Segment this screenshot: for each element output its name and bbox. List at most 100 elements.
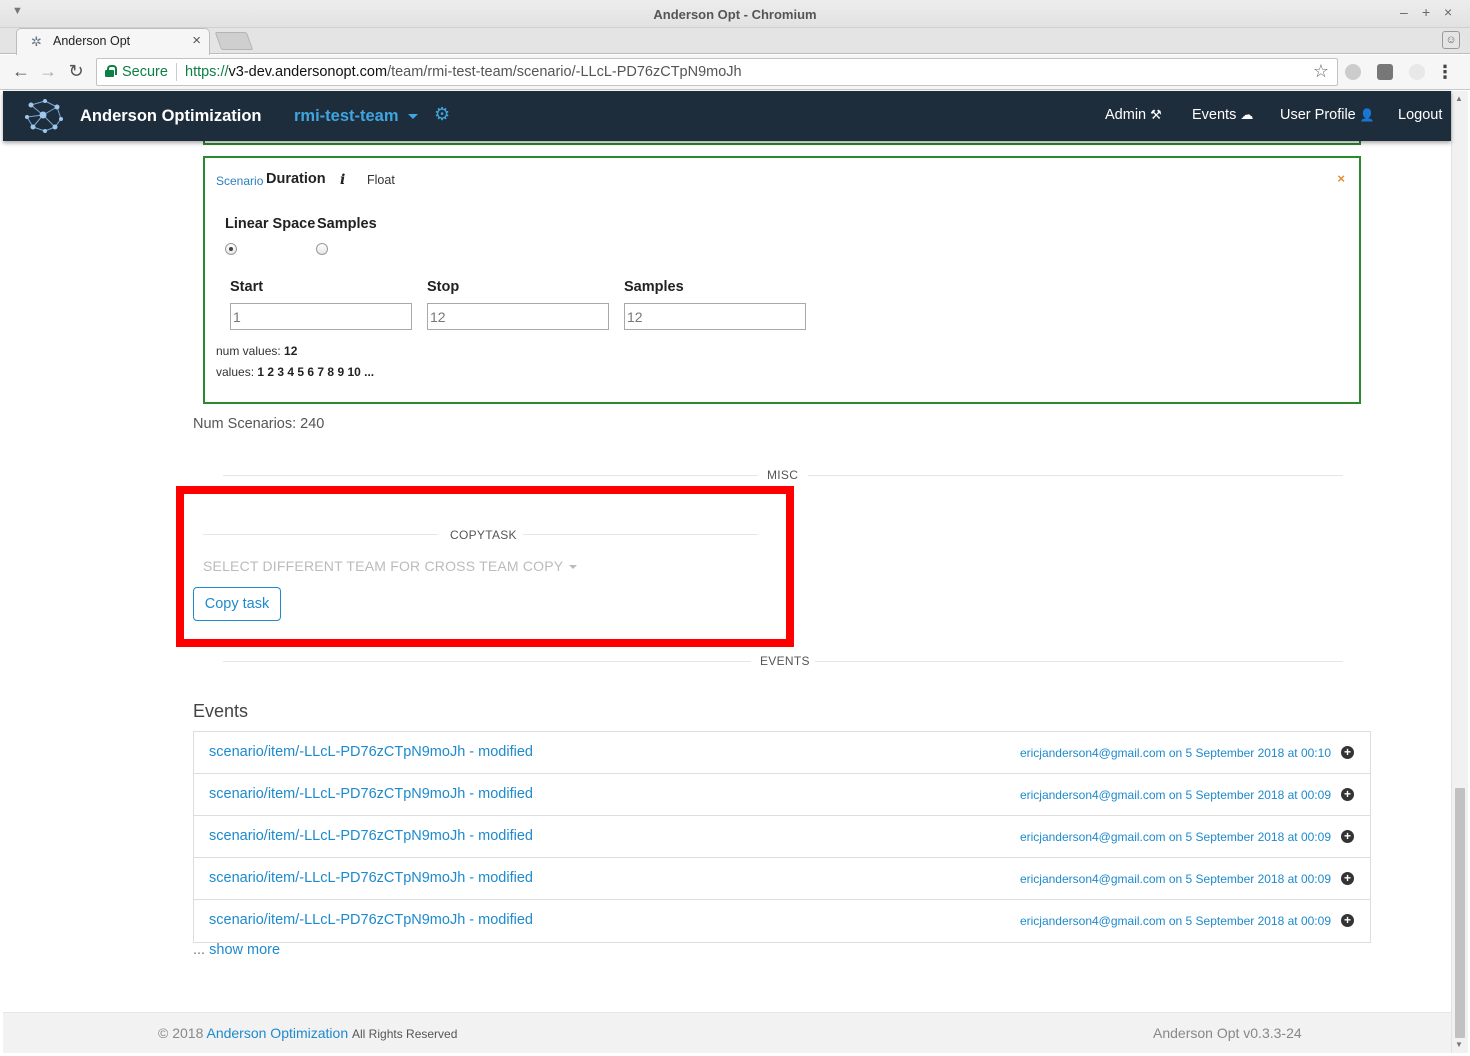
team-selector[interactable]: rmi-test-team bbox=[294, 107, 399, 126]
mode-radio-samples[interactable] bbox=[316, 243, 328, 255]
event-meta[interactable]: ericjanderson4@gmail.com on 5 September … bbox=[1020, 746, 1331, 760]
url-text[interactable]: https://v3-dev.andersonopt.com/team/rmi-… bbox=[185, 64, 742, 80]
forward-icon[interactable]: → bbox=[37, 61, 59, 82]
nav-admin-label: Admin bbox=[1105, 107, 1147, 123]
reload-icon[interactable]: ↻ bbox=[65, 61, 87, 82]
ublock-icon[interactable] bbox=[1377, 64, 1393, 80]
close-window-icon[interactable]: × bbox=[1444, 4, 1452, 20]
nav-user-profile-label: User Profile bbox=[1280, 107, 1356, 123]
rights-text: All Rights Reserved bbox=[352, 1027, 458, 1041]
expand-plus-icon[interactable]: + bbox=[1341, 872, 1354, 885]
nav-events[interactable]: Events ☁ bbox=[1192, 107, 1253, 123]
window-title: Anderson Opt - Chromium bbox=[653, 7, 817, 22]
nav-events-label: Events bbox=[1192, 107, 1237, 123]
new-tab-button[interactable] bbox=[214, 32, 254, 50]
event-row: scenario/item/-LLcL-PD76zCTpN9moJh - mod… bbox=[194, 732, 1370, 774]
num-values-label: num values: bbox=[216, 344, 281, 358]
events-section-label: EVENTS bbox=[760, 654, 810, 668]
event-link[interactable]: scenario/item/-LLcL-PD76zCTpN9moJh - mod… bbox=[209, 786, 533, 802]
scroll-up-icon[interactable]: ▲ bbox=[1455, 94, 1463, 103]
values-label: values: bbox=[216, 365, 255, 379]
event-link[interactable]: scenario/item/-LLcL-PD76zCTpN9moJh - mod… bbox=[209, 870, 533, 886]
start-input[interactable] bbox=[230, 303, 412, 330]
num-values: num values: 12 bbox=[216, 344, 297, 358]
url-scheme: https:// bbox=[185, 64, 229, 80]
expand-plus-icon[interactable]: + bbox=[1341, 914, 1354, 927]
tab-close-icon[interactable]: × bbox=[192, 32, 201, 49]
footer: © 2018 Anderson Optimization All Rights … bbox=[3, 1012, 1451, 1053]
event-row: scenario/item/-LLcL-PD76zCTpN9moJh - mod… bbox=[194, 774, 1370, 816]
stop-input[interactable] bbox=[427, 303, 609, 330]
nav-logout[interactable]: Logout bbox=[1398, 107, 1442, 123]
expand-plus-icon[interactable]: + bbox=[1341, 746, 1354, 759]
event-row: scenario/item/-LLcL-PD76zCTpN9moJh - mod… bbox=[194, 816, 1370, 858]
misc-divider-right bbox=[808, 475, 1343, 476]
scroll-down-icon[interactable]: ▼ bbox=[1455, 1040, 1463, 1049]
window-titlebar: ▼ Anderson Opt - Chromium – + × bbox=[0, 0, 1470, 28]
num-values-count: 12 bbox=[284, 344, 298, 358]
mode-label-linear-space: Linear Space bbox=[225, 216, 316, 232]
scrollbar-thumb[interactable] bbox=[1455, 788, 1465, 1038]
mode-radio-linear-space[interactable] bbox=[225, 243, 237, 255]
events-divider-right bbox=[815, 661, 1343, 662]
cloud-icon: ☁ bbox=[1240, 107, 1254, 122]
event-meta[interactable]: ericjanderson4@gmail.com on 5 September … bbox=[1020, 788, 1331, 802]
remove-parameter-icon[interactable]: × bbox=[1337, 171, 1345, 186]
brand-logo-icon[interactable] bbox=[23, 97, 65, 135]
address-bar[interactable]: Secure https://v3-dev.andersonopt.com/te… bbox=[96, 58, 1338, 86]
samples-label: Samples bbox=[624, 279, 684, 295]
browser-menu-icon[interactable]: ⋮ bbox=[1436, 62, 1454, 83]
footer-copyright: © 2018 Anderson Optimization All Rights … bbox=[158, 1025, 457, 1041]
user-icon: 👤 bbox=[1359, 108, 1375, 122]
expand-plus-icon[interactable]: + bbox=[1341, 788, 1354, 801]
lock-icon bbox=[105, 65, 117, 77]
parameter-name: Duration bbox=[266, 171, 326, 187]
events-list: scenario/item/-LLcL-PD76zCTpN9moJh - mod… bbox=[193, 731, 1371, 943]
browser-tab[interactable]: ✲ Anderson Opt × bbox=[16, 28, 210, 55]
nav-user-profile[interactable]: User Profile 👤 bbox=[1280, 107, 1375, 123]
event-link[interactable]: scenario/item/-LLcL-PD76zCTpN9moJh - mod… bbox=[209, 912, 533, 928]
minimize-icon[interactable]: – bbox=[1400, 4, 1408, 20]
app-version: Anderson Opt v0.3.3-24 bbox=[1153, 1025, 1302, 1041]
expand-plus-icon[interactable]: + bbox=[1341, 830, 1354, 843]
event-meta[interactable]: ericjanderson4@gmail.com on 5 September … bbox=[1020, 872, 1331, 886]
extension-icon[interactable] bbox=[1409, 64, 1425, 80]
info-icon[interactable]: i bbox=[340, 172, 345, 188]
tab-title: Anderson Opt bbox=[53, 34, 131, 48]
team-caret-icon[interactable] bbox=[408, 114, 418, 119]
num-scenarios: Num Scenarios: 240 bbox=[193, 416, 325, 432]
team-settings-gear-icon[interactable]: ⚙ bbox=[434, 104, 450, 125]
profile-icon[interactable]: ☺ bbox=[1442, 31, 1460, 49]
mode-label-samples: Samples bbox=[317, 216, 377, 232]
app-navbar: Anderson Optimization rmi-test-team ⚙ Ad… bbox=[3, 91, 1451, 141]
bookmark-star-icon[interactable]: ☆ bbox=[1313, 61, 1329, 82]
show-more-link[interactable]: show more bbox=[209, 942, 280, 958]
event-link[interactable]: scenario/item/-LLcL-PD76zCTpN9moJh - mod… bbox=[209, 828, 533, 844]
tab-strip: ✲ Anderson Opt × ☺ bbox=[0, 28, 1470, 55]
event-row: scenario/item/-LLcL-PD76zCTpN9moJh - mod… bbox=[194, 858, 1370, 900]
brand-name[interactable]: Anderson Optimization bbox=[80, 107, 262, 126]
event-meta[interactable]: ericjanderson4@gmail.com on 5 September … bbox=[1020, 830, 1331, 844]
misc-divider-left bbox=[223, 475, 758, 476]
event-link[interactable]: scenario/item/-LLcL-PD76zCTpN9moJh - mod… bbox=[209, 744, 533, 760]
nav-admin[interactable]: Admin ⚒ bbox=[1105, 107, 1162, 123]
samples-input[interactable] bbox=[624, 303, 806, 330]
maximize-icon[interactable]: + bbox=[1422, 4, 1430, 20]
stop-label: Stop bbox=[427, 279, 460, 295]
misc-section-label: MISC bbox=[767, 468, 799, 482]
events-heading: Events bbox=[193, 701, 249, 721]
extension-shield-icon[interactable] bbox=[1345, 64, 1361, 80]
page-scrollbar[interactable]: ▲ ▼ bbox=[1451, 91, 1468, 1053]
browser-toolbar: ← → ↻ Secure https://v3-dev.andersonopt.… bbox=[0, 55, 1470, 90]
parameter-card: Scenario Duration i Float × Linear Space… bbox=[203, 156, 1361, 404]
back-icon[interactable]: ← bbox=[10, 61, 32, 82]
values-list: 1 2 3 4 5 6 7 8 9 10 ... bbox=[257, 365, 375, 379]
values-preview: values: 1 2 3 4 5 6 7 8 9 10 ... bbox=[216, 365, 374, 379]
address-separator bbox=[176, 63, 177, 81]
footer-org-link[interactable]: Anderson Optimization bbox=[206, 1025, 348, 1041]
events-divider-left bbox=[223, 661, 751, 662]
event-meta[interactable]: ericjanderson4@gmail.com on 5 September … bbox=[1020, 914, 1331, 928]
copyright-text: © 2018 bbox=[158, 1025, 204, 1041]
url-path: /team/rmi-test-team/scenario/-LLcL-PD76z… bbox=[387, 64, 742, 80]
event-row: scenario/item/-LLcL-PD76zCTpN9moJh - mod… bbox=[194, 900, 1370, 942]
